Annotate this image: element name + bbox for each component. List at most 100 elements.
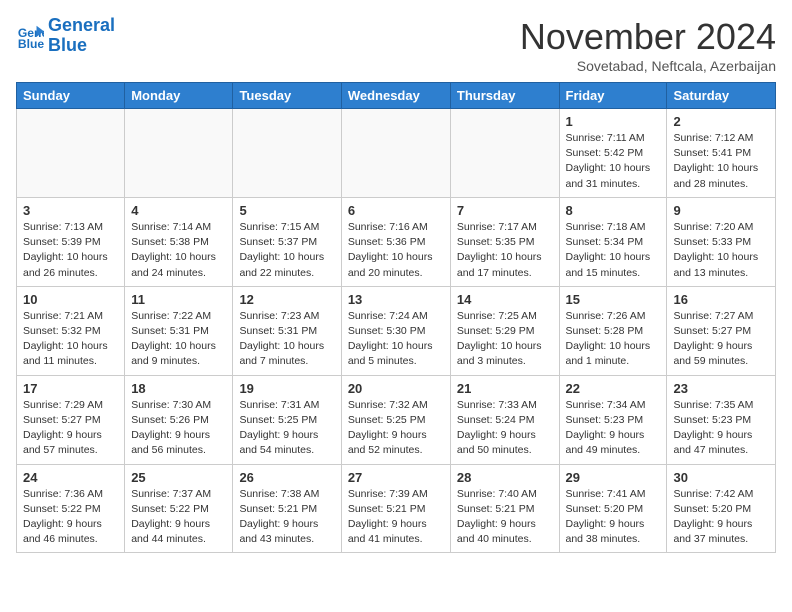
calendar-cell bbox=[450, 109, 559, 198]
day-info: Sunrise: 7:39 AM Sunset: 5:21 PM Dayligh… bbox=[348, 487, 444, 548]
day-number: 21 bbox=[457, 381, 553, 396]
day-number: 5 bbox=[239, 203, 334, 218]
weekday-header-saturday: Saturday bbox=[667, 83, 776, 109]
calendar-cell: 2 Sunrise: 7:12 AM Sunset: 5:41 PM Daylig… bbox=[667, 109, 776, 198]
day-info: Sunrise: 7:35 AM Sunset: 5:23 PM Dayligh… bbox=[673, 398, 769, 459]
week-row-5: 24 Sunrise: 7:36 AM Sunset: 5:22 PM Dayli… bbox=[17, 464, 776, 553]
calendar-cell: 24 Sunrise: 7:36 AM Sunset: 5:22 PM Dayli… bbox=[17, 464, 125, 553]
calendar-cell: 11Sunrise: 7:22 AM Sunset: 5:31 PM Dayli… bbox=[125, 286, 233, 375]
calendar-cell bbox=[17, 109, 125, 198]
week-row-3: 10 Sunrise: 7:21 AM Sunset: 5:32 PM Dayli… bbox=[17, 286, 776, 375]
day-info: Sunrise: 7:37 AM Sunset: 5:22 PM Dayligh… bbox=[131, 487, 226, 548]
day-info: Sunrise: 7:12 AM Sunset: 5:41 PM Dayligh… bbox=[673, 131, 769, 192]
day-number: 1 bbox=[566, 114, 661, 129]
calendar-cell: 7 Sunrise: 7:17 AM Sunset: 5:35 PM Daylig… bbox=[450, 197, 559, 286]
calendar-cell: 1 Sunrise: 7:11 AM Sunset: 5:42 PM Daylig… bbox=[559, 109, 667, 198]
day-info: Sunrise: 7:34 AM Sunset: 5:23 PM Dayligh… bbox=[566, 398, 661, 459]
day-info: Sunrise: 7:25 AM Sunset: 5:29 PM Dayligh… bbox=[457, 309, 553, 370]
week-row-1: 1 Sunrise: 7:11 AM Sunset: 5:42 PM Daylig… bbox=[17, 109, 776, 198]
day-info: Sunrise: 7:38 AM Sunset: 5:21 PM Dayligh… bbox=[239, 487, 334, 548]
week-row-4: 17 Sunrise: 7:29 AM Sunset: 5:27 PM Dayli… bbox=[17, 375, 776, 464]
calendar-cell: 8Sunrise: 7:18 AM Sunset: 5:34 PM Daylig… bbox=[559, 197, 667, 286]
day-number: 16 bbox=[673, 292, 769, 307]
day-info: Sunrise: 7:24 AM Sunset: 5:30 PM Dayligh… bbox=[348, 309, 444, 370]
day-info: Sunrise: 7:30 AM Sunset: 5:26 PM Dayligh… bbox=[131, 398, 226, 459]
day-number: 14 bbox=[457, 292, 553, 307]
calendar-cell: 15 Sunrise: 7:26 AM Sunset: 5:28 PM Dayli… bbox=[559, 286, 667, 375]
day-number: 17 bbox=[23, 381, 118, 396]
calendar-cell: 6 Sunrise: 7:16 AM Sunset: 5:36 PM Daylig… bbox=[341, 197, 450, 286]
day-number: 27 bbox=[348, 470, 444, 485]
calendar-cell bbox=[233, 109, 341, 198]
day-info: Sunrise: 7:23 AM Sunset: 5:31 PM Dayligh… bbox=[239, 309, 334, 370]
calendar-cell: 14 Sunrise: 7:25 AM Sunset: 5:29 PM Dayli… bbox=[450, 286, 559, 375]
logo-general: General bbox=[48, 15, 115, 35]
calendar-cell: 30 Sunrise: 7:42 AM Sunset: 5:20 PM Dayli… bbox=[667, 464, 776, 553]
calendar-cell: 4Sunrise: 7:14 AM Sunset: 5:38 PM Daylig… bbox=[125, 197, 233, 286]
day-info: Sunrise: 7:20 AM Sunset: 5:33 PM Dayligh… bbox=[673, 220, 769, 281]
calendar-cell: 26 Sunrise: 7:38 AM Sunset: 5:21 PM Dayli… bbox=[233, 464, 341, 553]
title-block: November 2024 Sovetabad, Neftcala, Azerb… bbox=[520, 16, 776, 74]
logo: General Blue General Blue bbox=[16, 16, 115, 56]
calendar-cell: 25 Sunrise: 7:37 AM Sunset: 5:22 PM Dayli… bbox=[125, 464, 233, 553]
calendar-cell: 28Sunrise: 7:40 AM Sunset: 5:21 PM Dayli… bbox=[450, 464, 559, 553]
day-info: Sunrise: 7:13 AM Sunset: 5:39 PM Dayligh… bbox=[23, 220, 118, 281]
weekday-header-tuesday: Tuesday bbox=[233, 83, 341, 109]
weekday-header-monday: Monday bbox=[125, 83, 233, 109]
day-number: 13 bbox=[348, 292, 444, 307]
day-number: 4 bbox=[131, 203, 226, 218]
calendar-cell: 27 Sunrise: 7:39 AM Sunset: 5:21 PM Dayli… bbox=[341, 464, 450, 553]
logo-blue: Blue bbox=[48, 35, 87, 55]
calendar-cell: 13 Sunrise: 7:24 AM Sunset: 5:30 PM Dayli… bbox=[341, 286, 450, 375]
day-number: 11 bbox=[131, 292, 226, 307]
day-info: Sunrise: 7:32 AM Sunset: 5:25 PM Dayligh… bbox=[348, 398, 444, 459]
day-number: 6 bbox=[348, 203, 444, 218]
day-number: 15 bbox=[566, 292, 661, 307]
day-info: Sunrise: 7:17 AM Sunset: 5:35 PM Dayligh… bbox=[457, 220, 553, 281]
day-number: 23 bbox=[673, 381, 769, 396]
month-title: November 2024 bbox=[520, 16, 776, 58]
calendar-cell: 5 Sunrise: 7:15 AM Sunset: 5:37 PM Daylig… bbox=[233, 197, 341, 286]
calendar-cell: 18 Sunrise: 7:30 AM Sunset: 5:26 PM Dayli… bbox=[125, 375, 233, 464]
weekday-header-wednesday: Wednesday bbox=[341, 83, 450, 109]
day-number: 24 bbox=[23, 470, 118, 485]
calendar-cell: 29 Sunrise: 7:41 AM Sunset: 5:20 PM Dayli… bbox=[559, 464, 667, 553]
svg-text:Blue: Blue bbox=[18, 37, 44, 50]
day-info: Sunrise: 7:15 AM Sunset: 5:37 PM Dayligh… bbox=[239, 220, 334, 281]
calendar-cell: 20Sunrise: 7:32 AM Sunset: 5:25 PM Dayli… bbox=[341, 375, 450, 464]
day-number: 22 bbox=[566, 381, 661, 396]
day-info: Sunrise: 7:33 AM Sunset: 5:24 PM Dayligh… bbox=[457, 398, 553, 459]
day-number: 10 bbox=[23, 292, 118, 307]
calendar-cell: 23 Sunrise: 7:35 AM Sunset: 5:23 PM Dayli… bbox=[667, 375, 776, 464]
day-number: 2 bbox=[673, 114, 769, 129]
day-info: Sunrise: 7:26 AM Sunset: 5:28 PM Dayligh… bbox=[566, 309, 661, 370]
logo-icon: General Blue bbox=[16, 22, 44, 50]
day-info: Sunrise: 7:29 AM Sunset: 5:27 PM Dayligh… bbox=[23, 398, 118, 459]
day-number: 25 bbox=[131, 470, 226, 485]
day-info: Sunrise: 7:27 AM Sunset: 5:27 PM Dayligh… bbox=[673, 309, 769, 370]
day-info: Sunrise: 7:42 AM Sunset: 5:20 PM Dayligh… bbox=[673, 487, 769, 548]
calendar-cell: 21 Sunrise: 7:33 AM Sunset: 5:24 PM Dayli… bbox=[450, 375, 559, 464]
calendar-cell: 12Sunrise: 7:23 AM Sunset: 5:31 PM Dayli… bbox=[233, 286, 341, 375]
calendar-table: SundayMondayTuesdayWednesdayThursdayFrid… bbox=[16, 82, 776, 553]
day-number: 18 bbox=[131, 381, 226, 396]
weekday-header-sunday: Sunday bbox=[17, 83, 125, 109]
weekday-header-row: SundayMondayTuesdayWednesdayThursdayFrid… bbox=[17, 83, 776, 109]
day-info: Sunrise: 7:16 AM Sunset: 5:36 PM Dayligh… bbox=[348, 220, 444, 281]
page-header: General Blue General Blue November 2024 … bbox=[16, 16, 776, 74]
weekday-header-friday: Friday bbox=[559, 83, 667, 109]
day-info: Sunrise: 7:36 AM Sunset: 5:22 PM Dayligh… bbox=[23, 487, 118, 548]
day-number: 29 bbox=[566, 470, 661, 485]
day-info: Sunrise: 7:11 AM Sunset: 5:42 PM Dayligh… bbox=[566, 131, 661, 192]
week-row-2: 3Sunrise: 7:13 AM Sunset: 5:39 PM Daylig… bbox=[17, 197, 776, 286]
day-info: Sunrise: 7:21 AM Sunset: 5:32 PM Dayligh… bbox=[23, 309, 118, 370]
day-number: 9 bbox=[673, 203, 769, 218]
day-number: 30 bbox=[673, 470, 769, 485]
day-number: 19 bbox=[239, 381, 334, 396]
calendar-cell: 3Sunrise: 7:13 AM Sunset: 5:39 PM Daylig… bbox=[17, 197, 125, 286]
calendar-cell: 19Sunrise: 7:31 AM Sunset: 5:25 PM Dayli… bbox=[233, 375, 341, 464]
day-info: Sunrise: 7:41 AM Sunset: 5:20 PM Dayligh… bbox=[566, 487, 661, 548]
day-number: 26 bbox=[239, 470, 334, 485]
day-number: 7 bbox=[457, 203, 553, 218]
day-info: Sunrise: 7:40 AM Sunset: 5:21 PM Dayligh… bbox=[457, 487, 553, 548]
